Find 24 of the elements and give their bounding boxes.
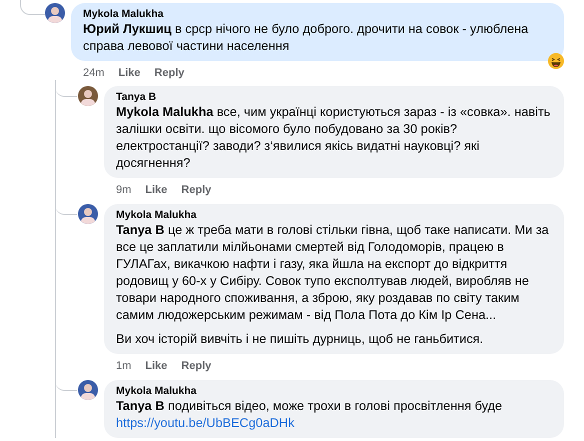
comment-text: Юрий Лукшиц в срср нічого не було доброго. дрочити на совок - улюблена справа левової частини населення xyxy=(83,21,530,55)
author-name[interactable]: Tanya B xyxy=(116,91,554,103)
comment-text: Tanya B це ж треба мати в голові стільки гівна, щоб таке написати. Ми за все це заплатили мілйьонами смертей від Голодоморів, працею в ГУЛАГах, викачкою нафти і газу, яка йшла на експорт до відкриття родовищ у 60-х у Сибіру. Совок тупо експолтував людей, виробляв не товари народного споживання, а зброю, яку роздавав по світу таким самим людожерським режимам - від Пола Пота до Кім Ір Сена... xyxy=(116,222,550,324)
like-link[interactable]: Like xyxy=(145,360,168,372)
avatar[interactable] xyxy=(78,380,98,400)
like-link[interactable]: Like xyxy=(118,66,140,78)
avatar[interactable] xyxy=(45,3,65,23)
reply-link[interactable]: Reply xyxy=(181,184,212,196)
video-link[interactable]: https://youtu.be/UbBECg0aDHk xyxy=(116,415,554,432)
reply-link[interactable]: Reply xyxy=(154,66,184,78)
like-link[interactable]: Like xyxy=(145,184,168,196)
author-name[interactable]: Mykola Malukha xyxy=(116,385,554,397)
comment-time[interactable]: 24m xyxy=(83,66,104,78)
author-name[interactable]: Mykola Malukha xyxy=(83,8,554,20)
reply-link[interactable]: Reply xyxy=(181,360,212,372)
comment-text: Mykola Malukha все, чим українці користуються зараз - із «совка». навіть залішки освіти. що вісомого було побудовано за 30 років? електростанції? заводи? з‘явилися якісь видатні науковці? які досягнення? xyxy=(116,104,552,172)
comment-time[interactable]: 1m xyxy=(116,360,132,372)
avatar[interactable] xyxy=(78,86,98,106)
comment-text: Ви хоч історій вивчіть і не пишіть дурниць, щоб не ганьбитися. xyxy=(116,331,484,348)
comment-time[interactable]: 9m xyxy=(116,184,132,196)
comment-text: Tanya B подивіться відео, може трохи в голові просвітлення буде xyxy=(116,398,504,415)
laughing-emoji-icon[interactable] xyxy=(548,53,564,69)
avatar[interactable] xyxy=(78,204,98,224)
author-name[interactable]: Mykola Malukha xyxy=(116,209,554,221)
